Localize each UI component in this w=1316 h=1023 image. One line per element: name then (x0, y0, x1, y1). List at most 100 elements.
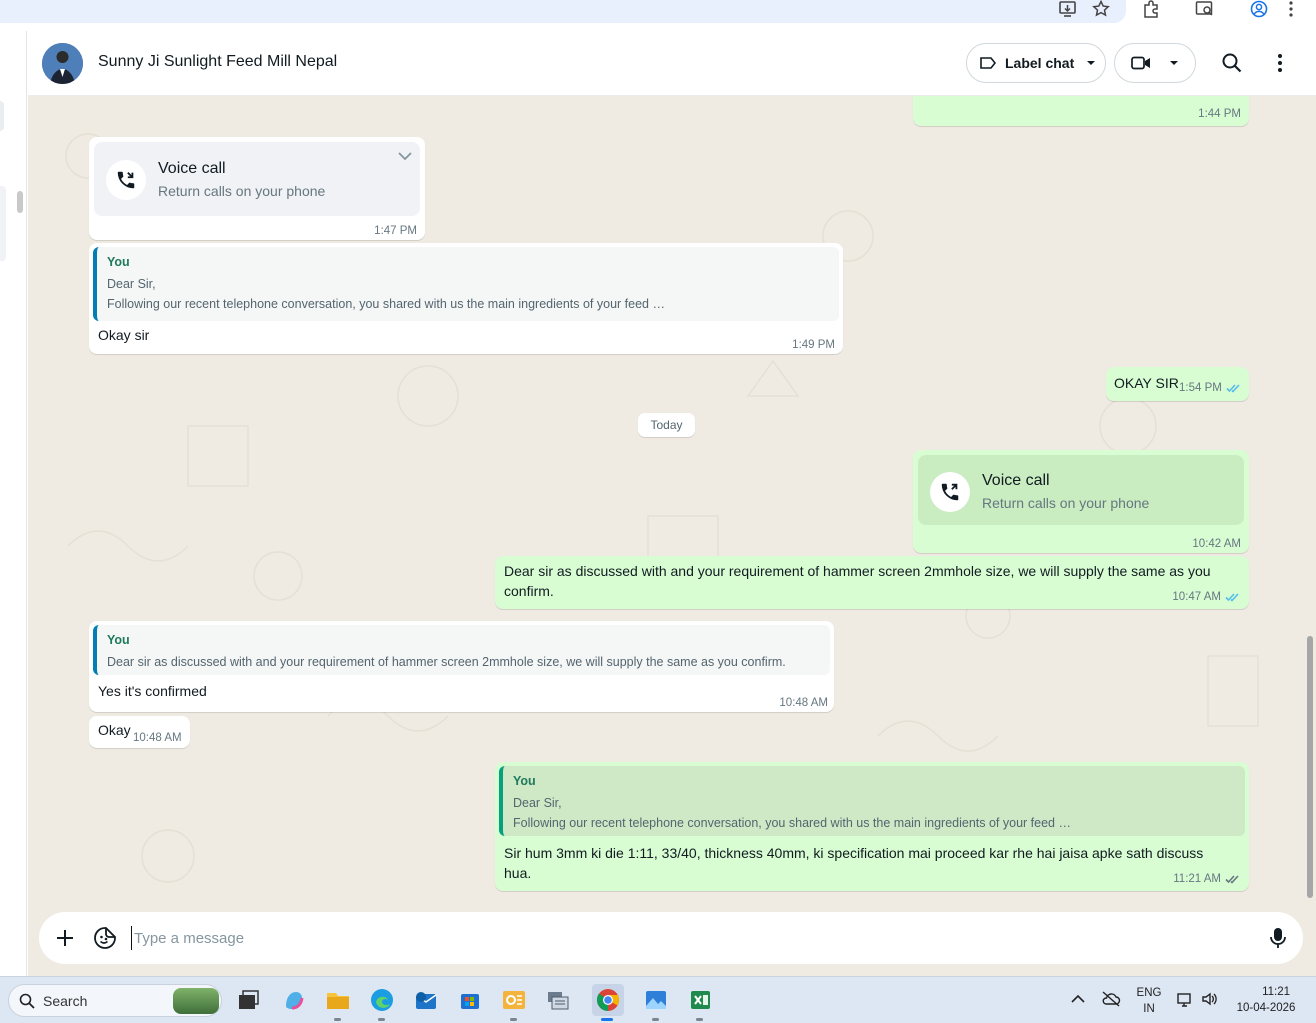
voice-call-card[interactable]: Voice call Return calls on your phone (94, 142, 420, 216)
message-text: Yes it's confirmed (98, 683, 207, 699)
voice-call-message[interactable]: Voice call Return calls on your phone 10… (913, 450, 1249, 553)
compose-box (39, 912, 1303, 964)
profile-icon[interactable] (1250, 0, 1272, 18)
contact-avatar[interactable] (42, 43, 83, 84)
quote-text-line: Dear Sir, (107, 277, 156, 291)
quote-author: You (513, 774, 536, 788)
chat-scrollbar[interactable] (1307, 636, 1313, 898)
outgoing-message[interactable]: OKAY SIR 1:54 PM (1106, 367, 1249, 401)
quote-author: You (107, 255, 130, 269)
taskbar-search[interactable]: Search (8, 984, 222, 1017)
message-text-line: Sir hum 3mm ki die 1:11, 33/40, thicknes… (504, 845, 1204, 861)
reply-message[interactable]: You Dear sir as discussed with and your … (89, 621, 834, 712)
message-text: Okay (98, 722, 131, 738)
chrome-icon[interactable] (592, 984, 624, 1016)
call-title: Voice call (982, 472, 1050, 489)
chat-header: Sunny Ji Sunlight Feed Mill Nepal Label … (28, 31, 1316, 96)
quoted-message[interactable]: You Dear Sir, Following our recent telep… (93, 247, 839, 321)
message-text-line: confirm. (504, 583, 554, 599)
region-indicator: IN (1143, 1003, 1155, 1015)
message-input[interactable] (131, 926, 1231, 950)
outlook-icon[interactable] (412, 986, 440, 1014)
sticker-icon[interactable] (93, 926, 117, 950)
clock-time[interactable]: 11:21 (1228, 986, 1308, 998)
volume-icon[interactable] (1201, 991, 1219, 1007)
quoted-message[interactable]: You Dear Sir, Following our recent telep… (499, 766, 1245, 836)
message-time: 10:48 AM (779, 697, 828, 709)
rail-scrollbar[interactable] (17, 191, 23, 213)
message-time: 1:44 PM (1198, 108, 1241, 120)
read-ticks-icon (1226, 383, 1242, 393)
message-time: 11:21 AM (1173, 873, 1241, 885)
rail-tab (0, 101, 4, 131)
file-explorer-icon[interactable] (324, 986, 352, 1014)
label-chat-button[interactable]: Label chat (966, 43, 1106, 83)
contact-name[interactable]: Sunny Ji Sunlight Feed Mill Nepal (98, 53, 337, 71)
missed-call-icon (106, 160, 146, 200)
message-text: Okay sir (98, 327, 150, 343)
quote-author: You (107, 633, 130, 647)
rail-panel (0, 186, 6, 261)
caret-down-icon (1086, 60, 1096, 66)
microphone-icon[interactable] (1269, 926, 1287, 950)
taskbar-search-label: Search (43, 993, 88, 1009)
office-app-icon[interactable] (500, 986, 528, 1014)
voice-call-message[interactable]: Voice call Return calls on your phone 1:… (89, 137, 425, 240)
store-icon[interactable] (456, 986, 484, 1014)
incoming-message[interactable]: Okay 10:48 AM (89, 716, 190, 748)
message-time: 1:49 PM (792, 339, 835, 351)
install-app-icon[interactable] (1058, 0, 1080, 18)
edge-icon[interactable] (368, 986, 396, 1014)
search-icon[interactable] (1220, 51, 1244, 75)
read-ticks-icon (1225, 874, 1241, 884)
chevron-down-icon[interactable] (398, 152, 412, 161)
outgoing-call-icon (930, 472, 970, 512)
browser-toolbar (0, 0, 1316, 31)
app-running-indicator (378, 1018, 385, 1021)
quote-text-line: Following our recent telephone conversat… (513, 816, 1071, 830)
plus-icon[interactable] (55, 928, 75, 948)
app-running-indicator (652, 1018, 659, 1021)
compose-area (28, 910, 1316, 976)
video-camera-icon (1131, 56, 1151, 70)
message-text-line: hua. (504, 865, 532, 881)
extensions-icon[interactable] (1142, 0, 1164, 18)
app-running-indicator (510, 1018, 517, 1021)
search-icon (19, 993, 35, 1009)
call-subtitle: Return calls on your phone (158, 183, 326, 199)
network-icon[interactable] (1177, 991, 1195, 1007)
quoted-message[interactable]: You Dear sir as discussed with and your … (93, 625, 830, 675)
cloud-offline-icon[interactable] (1101, 991, 1121, 1007)
caret-down-icon (1169, 60, 1179, 66)
quote-text-line: Following our recent telephone conversat… (107, 297, 665, 311)
message-time: 10:42 AM (1192, 538, 1241, 550)
browser-menu-icon[interactable] (1288, 0, 1298, 18)
app-running-indicator (334, 1018, 341, 1021)
message-time: 1:54 PM (1179, 382, 1242, 394)
windows-taskbar: Search ENG IN 11:21 10-04-2026 (0, 976, 1316, 1023)
read-ticks-icon (1225, 592, 1241, 602)
voice-call-card[interactable]: Voice call Return calls on your phone (918, 455, 1244, 525)
app-running-indicator (696, 1018, 703, 1021)
message-time: 1:47 PM (374, 225, 417, 237)
chat-menu-icon[interactable] (1268, 51, 1292, 75)
chat-messages-area[interactable]: 1:44 PM Voice call Return calls on your … (28, 96, 1316, 910)
bookmark-star-icon[interactable] (1092, 0, 1114, 18)
label-chat-text: Label chat (1005, 55, 1075, 71)
outgoing-reply-message[interactable]: You Dear Sir, Following our recent telep… (495, 762, 1249, 891)
language-indicator[interactable]: ENG (1133, 987, 1165, 999)
call-subtitle: Return calls on your phone (982, 495, 1150, 511)
photos-icon[interactable] (642, 986, 670, 1014)
tray-chevron-up-icon[interactable] (1071, 994, 1085, 1003)
outgoing-message-partial[interactable]: 1:44 PM (913, 96, 1249, 126)
tab-search-icon[interactable] (1195, 0, 1217, 18)
video-call-button[interactable] (1114, 43, 1196, 83)
outgoing-message[interactable]: Dear sir as discussed with and your requ… (495, 556, 1249, 609)
copilot-icon[interactable] (280, 986, 308, 1014)
left-rail (0, 31, 27, 976)
excel-icon[interactable] (686, 986, 714, 1014)
clock-date[interactable]: 10-04-2026 (1226, 1002, 1306, 1014)
reply-message[interactable]: You Dear Sir, Following our recent telep… (89, 243, 843, 354)
file-manager-icon[interactable] (544, 986, 572, 1014)
task-view-icon[interactable] (234, 986, 262, 1014)
